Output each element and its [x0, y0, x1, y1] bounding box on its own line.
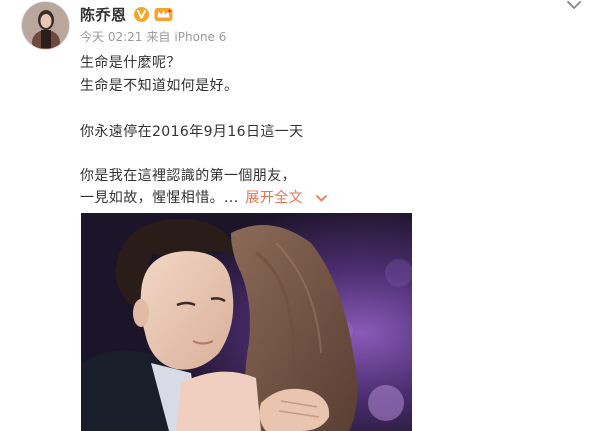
post-photo-image	[81, 213, 412, 431]
post-photo[interactable]	[81, 213, 412, 431]
post-text-line: 你永遠停在2016年9月16日這一天	[80, 124, 304, 140]
expand-chevron-icon[interactable]	[316, 194, 327, 202]
post-text-line: 生命是不知道如何是好。	[80, 78, 239, 94]
source-prefix: 来自	[146, 30, 171, 44]
post-text-line: 生命是什麼呢？	[80, 55, 181, 71]
username[interactable]: 陈乔恩	[80, 4, 127, 25]
weibo-post-card: 陈乔恩 今天 02:21 来自 iPhone 6 生命是什麼呢？ 生命是不知道如何是…	[0, 0, 598, 431]
verified-v-icon	[133, 6, 149, 22]
post-meta: 今天 02:21 来自 iPhone 6	[80, 28, 230, 45]
avatar-image	[22, 2, 69, 49]
post-time[interactable]: 今天 02:21	[80, 30, 142, 44]
post-text-last-line: 一見如故，惺惺相惜。... 展开全文	[80, 187, 327, 207]
vip-crown-icon[interactable]	[154, 7, 173, 22]
expand-full-text-link[interactable]: 展开全文	[245, 190, 303, 206]
name-row: 陈乔恩	[80, 4, 173, 24]
chevron-down-icon[interactable]	[566, 0, 582, 10]
post-text-line: 一見如故，惺惺相惜。...	[80, 190, 239, 206]
post-text-line: 你是我在這裡認識的第一個朋友，	[80, 168, 296, 184]
source-device: iPhone 6	[174, 30, 227, 44]
avatar[interactable]	[21, 1, 70, 50]
